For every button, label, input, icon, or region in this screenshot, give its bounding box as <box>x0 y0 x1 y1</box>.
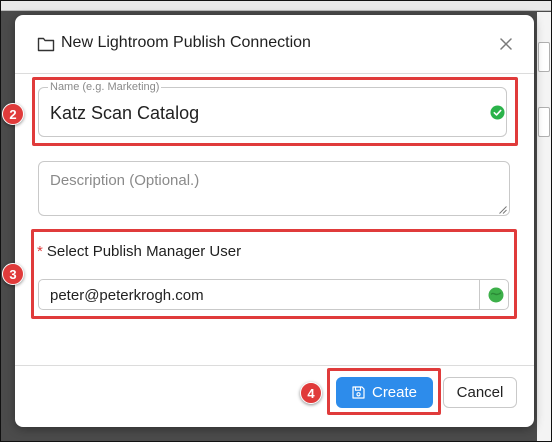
background-window-strip <box>1 1 551 11</box>
resize-grip-icon[interactable] <box>499 206 507 214</box>
close-icon[interactable] <box>498 36 514 52</box>
step-badge-3: 3 <box>2 263 24 285</box>
background-window-side <box>537 12 551 441</box>
background-control <box>538 107 550 137</box>
step-badge-4: 4 <box>300 382 322 404</box>
description-field[interactable] <box>38 161 510 216</box>
background-control <box>538 42 550 72</box>
step-badge-2: 2 <box>2 103 24 125</box>
dialog-header: New Lightroom Publish Connection <box>15 15 534 74</box>
create-button-highlight <box>327 368 441 415</box>
folder-icon <box>37 37 55 52</box>
dialog-title: New Lightroom Publish Connection <box>61 34 311 51</box>
cancel-button[interactable]: Cancel <box>443 377 517 408</box>
name-field-highlight <box>32 77 518 146</box>
publish-manager-highlight <box>31 229 517 319</box>
cancel-button-label: Cancel <box>456 384 504 401</box>
